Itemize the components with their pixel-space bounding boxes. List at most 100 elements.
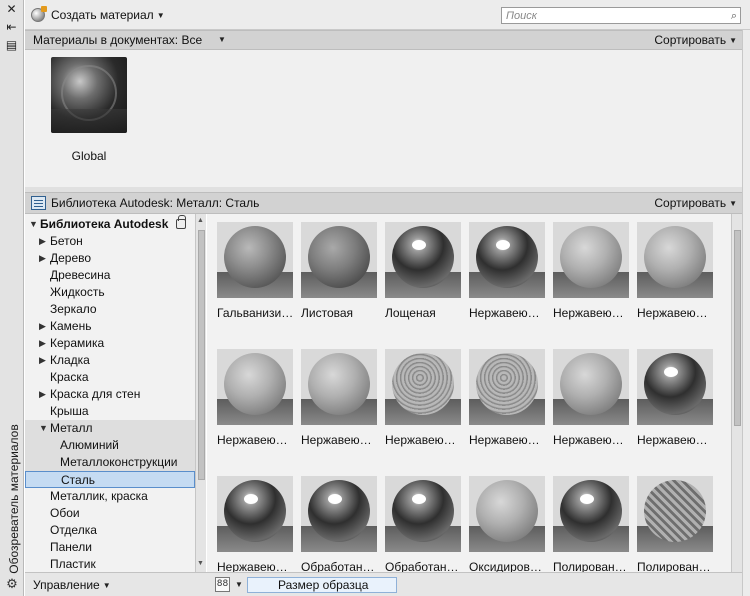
material-swatch[interactable]: Нержавею…: [553, 349, 629, 447]
swatch-preview[interactable]: [301, 222, 377, 298]
expand-arrow-icon[interactable]: ▼: [29, 216, 38, 233]
collapse-arrow-icon[interactable]: ▶: [39, 386, 46, 403]
swatch-label: Нержавею…: [217, 560, 288, 572]
swatch-size-slider[interactable]: Размер образца: [247, 577, 397, 593]
collapse-arrow-icon[interactable]: ▶: [39, 352, 46, 369]
swatch-preview[interactable]: [217, 349, 293, 425]
swatch-preview[interactable]: [469, 222, 545, 298]
tree-scrollbar[interactable]: ▲ ▼: [195, 214, 206, 572]
library-icon[interactable]: [31, 196, 46, 210]
chevron-down-icon[interactable]: ▼: [218, 35, 226, 44]
tree-item[interactable]: Древесина: [25, 267, 195, 284]
tree-item[interactable]: ▶ Бетон: [25, 233, 195, 250]
chevron-down-icon: ▼: [729, 199, 737, 208]
swatch-preview[interactable]: [469, 349, 545, 425]
material-swatch[interactable]: Обработан…: [301, 476, 377, 572]
material-swatch[interactable]: Нержавею…: [385, 349, 461, 447]
swatch-preview[interactable]: [217, 476, 293, 552]
swatch-preview[interactable]: [301, 349, 377, 425]
grid-scrollbar[interactable]: [731, 214, 742, 572]
collapse-arrow-icon[interactable]: ▶: [39, 250, 46, 267]
collapse-arrow-icon[interactable]: ▶: [39, 318, 46, 335]
material-swatch[interactable]: Гальванизи…: [217, 222, 293, 320]
palette-scrollbar[interactable]: [742, 30, 750, 596]
swatch-preview[interactable]: [637, 476, 713, 552]
swatch-preview[interactable]: [385, 349, 461, 425]
material-swatch[interactable]: Нержавею…: [217, 476, 293, 572]
properties-icon[interactable]: ▤: [3, 38, 20, 52]
swatch-preview[interactable]: [553, 476, 629, 552]
material-swatch[interactable]: Оксидиров…: [469, 476, 545, 572]
search-box[interactable]: ⌕: [501, 7, 741, 24]
material-thumbnail[interactable]: [51, 57, 127, 133]
swatch-preview[interactable]: [301, 476, 377, 552]
tree-item[interactable]: Металлоконструкции: [25, 454, 195, 471]
material-swatch[interactable]: Полирован…: [637, 476, 713, 572]
tree-item-label: Отделка: [50, 523, 97, 537]
tree-item[interactable]: Сталь: [25, 471, 195, 488]
material-swatch[interactable]: Лощеная: [385, 222, 461, 320]
tree-item-label: Краска для стен: [50, 387, 141, 401]
tree-item[interactable]: Алюминий: [25, 437, 195, 454]
tree-item[interactable]: Зеркало: [25, 301, 195, 318]
tree-item[interactable]: ▶ Керамика: [25, 335, 195, 352]
swatch-label: Обработан…: [385, 560, 459, 572]
swatch-preview[interactable]: [385, 222, 461, 298]
search-icon[interactable]: ⌕: [731, 9, 737, 23]
material-swatch[interactable]: Нержавею…: [469, 349, 545, 447]
tree-item[interactable]: ▶ Камень: [25, 318, 195, 335]
material-swatch[interactable]: Нержавею…: [301, 349, 377, 447]
tree-item[interactable]: ▼ Металл: [25, 420, 195, 437]
swatch-preview[interactable]: [637, 222, 713, 298]
material-swatch[interactable]: Полирован…: [553, 476, 629, 572]
material-swatch[interactable]: Нержавею…: [637, 349, 713, 447]
tree-item[interactable]: Жидкость: [25, 284, 195, 301]
document-sort-button[interactable]: Сортировать ▼: [654, 33, 737, 47]
collapse-arrow-icon[interactable]: ▶: [39, 335, 46, 352]
material-sphere-icon: [644, 480, 706, 542]
chevron-down-icon[interactable]: ▼: [235, 580, 243, 589]
auto-hide-icon[interactable]: ⇤: [3, 20, 20, 34]
swatch-preview[interactable]: [553, 349, 629, 425]
tree-item[interactable]: Обои: [25, 505, 195, 522]
swatch-label: Полирован…: [637, 560, 711, 572]
swatch-preview[interactable]: [637, 349, 713, 425]
tree-item[interactable]: Краска: [25, 369, 195, 386]
library-sort-button[interactable]: Сортировать ▼: [654, 196, 737, 210]
swatch-preview[interactable]: [217, 222, 293, 298]
scroll-thumb[interactable]: [198, 230, 205, 480]
collapse-arrow-icon[interactable]: ▶: [39, 233, 46, 250]
close-icon[interactable]: ✕: [3, 2, 20, 16]
material-swatch[interactable]: Нержавею…: [553, 222, 629, 320]
material-name: Global: [71, 149, 107, 163]
material-swatch[interactable]: Нержавею…: [469, 222, 545, 320]
create-material-button[interactable]: Создать материал ▼: [51, 8, 165, 22]
manage-menu[interactable]: Управление ▼: [33, 578, 111, 592]
scroll-up-icon[interactable]: ▲: [197, 217, 204, 224]
swatch-preview[interactable]: [469, 476, 545, 552]
create-material-icon[interactable]: [31, 6, 47, 22]
tree-item[interactable]: Пластик: [25, 556, 195, 572]
material-swatch[interactable]: Листовая: [301, 222, 377, 320]
swatch-label: Нержавею…: [637, 433, 708, 447]
tree-item[interactable]: Металлик, краска: [25, 488, 195, 505]
tree-item[interactable]: ▶ Кладка: [25, 352, 195, 369]
scroll-down-icon[interactable]: ▼: [197, 560, 204, 567]
material-swatch[interactable]: Обработан…: [385, 476, 461, 572]
material-swatch[interactable]: Нержавею…: [217, 349, 293, 447]
swatch-preview[interactable]: [553, 222, 629, 298]
scroll-thumb[interactable]: [734, 230, 741, 426]
tree-item[interactable]: ▶ Краска для стен: [25, 386, 195, 403]
expand-arrow-icon[interactable]: ▼: [39, 420, 48, 437]
tree-item[interactable]: ▼ Библиотека Autodesk: [25, 215, 195, 233]
swatch-preview[interactable]: [385, 476, 461, 552]
tree-item[interactable]: ▶ Дерево: [25, 250, 195, 267]
tree-item[interactable]: Отделка: [25, 522, 195, 539]
material-swatch[interactable]: Нержавею…: [637, 222, 713, 320]
document-materials-filter[interactable]: Материалы в документах: Все: [33, 33, 202, 47]
tree-item[interactable]: Панели: [25, 539, 195, 556]
search-input[interactable]: [502, 8, 717, 24]
grid-view-icon[interactable]: 88: [215, 577, 230, 592]
tree-item[interactable]: Крыша: [25, 403, 195, 420]
document-material-item[interactable]: Global: [51, 57, 127, 163]
